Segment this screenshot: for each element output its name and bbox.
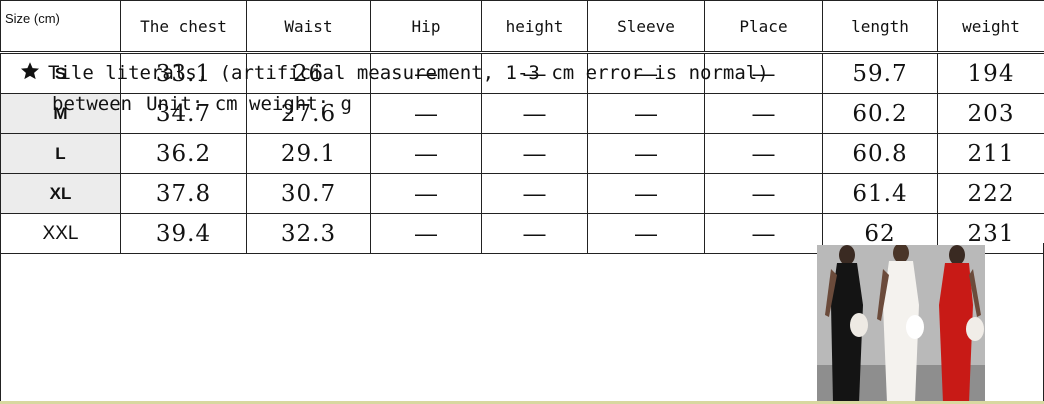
chest-cell: 36.2 bbox=[120, 133, 247, 174]
table-row: XL 37.8 30.7 — — — — 61.4 222 bbox=[0, 173, 1044, 214]
hip-cell: — bbox=[370, 173, 482, 214]
header-hip: Hip bbox=[370, 0, 482, 54]
weight-cell: 194 bbox=[937, 52, 1044, 94]
length-cell: 59.7 bbox=[822, 52, 938, 94]
table-row: L 36.2 29.1 — — — — 60.8 211 bbox=[0, 133, 1044, 174]
models-illustration bbox=[817, 245, 985, 403]
header-place: Place bbox=[704, 0, 823, 54]
header-chest: The chest bbox=[120, 0, 247, 54]
star-icon bbox=[21, 62, 39, 80]
size-chart: Size (cm) The chest Waist Hip height Sle… bbox=[0, 0, 1044, 404]
place-cell: — bbox=[704, 93, 823, 134]
height-cell: — bbox=[481, 133, 588, 174]
size-table: Size (cm) The chest Waist Hip height Sle… bbox=[0, 0, 1044, 254]
weight-cell: 222 bbox=[937, 173, 1044, 214]
sleeve-cell: — bbox=[587, 93, 705, 134]
header-waist: Waist bbox=[246, 0, 371, 54]
place-cell: — bbox=[704, 133, 823, 174]
header-sleeve: Sleeve bbox=[587, 0, 705, 54]
waist-cell: 29.1 bbox=[246, 133, 371, 174]
measurement-note: Tile literals, (artificial measurement, … bbox=[20, 61, 769, 84]
chest-cell: 37.8 bbox=[120, 173, 247, 214]
height-cell: — bbox=[481, 173, 588, 214]
table-header-row: Size (cm) The chest Waist Hip height Sle… bbox=[0, 0, 1044, 54]
hip-cell: — bbox=[370, 93, 482, 134]
header-height: height bbox=[481, 0, 588, 54]
product-photo bbox=[817, 245, 985, 403]
length-cell: 60.2 bbox=[822, 93, 938, 134]
unit-text: Unit: cm weight: g bbox=[146, 93, 352, 115]
size-cell: XL bbox=[0, 173, 121, 214]
unit-note: between Unit: cm weight: g bbox=[52, 93, 352, 115]
header-weight: weight bbox=[937, 0, 1044, 54]
note-between: between bbox=[52, 93, 133, 115]
sleeve-cell: — bbox=[587, 173, 705, 214]
size-cell: L bbox=[0, 133, 121, 174]
note-text: Tile literals, (artificial measurement, … bbox=[48, 62, 769, 84]
weight-cell: 211 bbox=[937, 133, 1044, 174]
header-size: Size (cm) bbox=[0, 0, 121, 54]
waist-cell: 30.7 bbox=[246, 173, 371, 214]
header-length: length bbox=[822, 0, 938, 54]
place-cell: — bbox=[704, 173, 823, 214]
sleeve-cell: — bbox=[587, 133, 705, 174]
weight-cell: 203 bbox=[937, 93, 1044, 134]
length-cell: 61.4 bbox=[822, 173, 938, 214]
hip-cell: — bbox=[370, 133, 482, 174]
length-cell: 60.8 bbox=[822, 133, 938, 174]
height-cell: — bbox=[481, 93, 588, 134]
